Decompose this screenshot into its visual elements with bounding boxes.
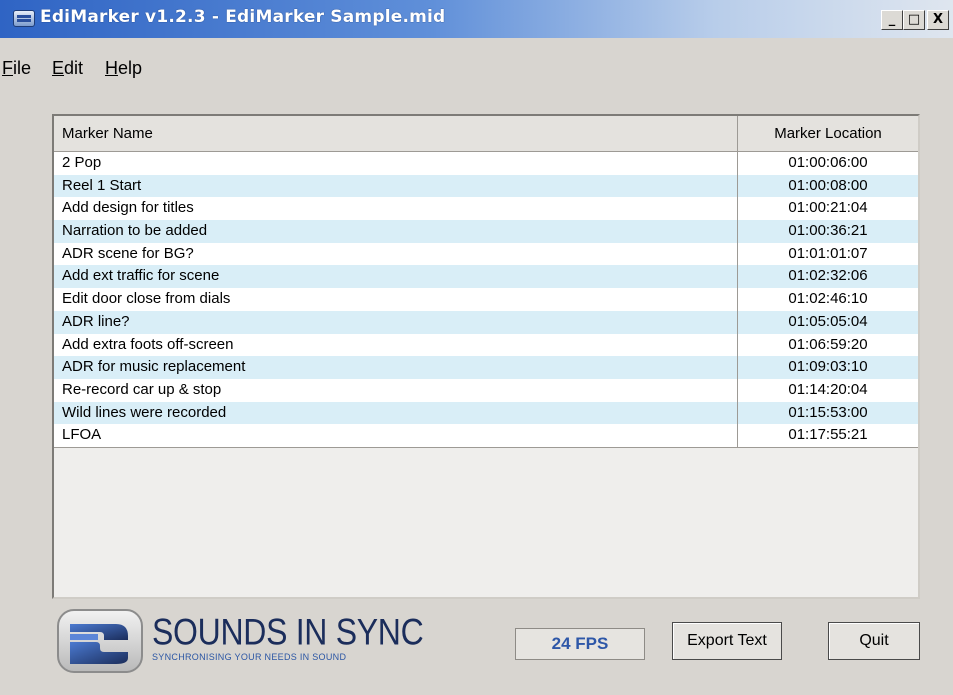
column-header-marker-name[interactable]: Marker Name (62, 125, 153, 142)
sounds-in-sync-logo (57, 609, 143, 673)
quit-button[interactable]: Quit (828, 622, 920, 660)
title-bar[interactable]: EdiMarker v1.2.3 - EdiMarker Sample.mid … (0, 0, 953, 38)
maximize-button[interactable]: □ (903, 10, 925, 30)
app-icon (13, 10, 35, 27)
menu-bar: File Edit Help (0, 58, 953, 84)
close-button[interactable]: X (927, 10, 949, 30)
rows-divider (54, 446, 918, 448)
brand-name: SOUNDS IN SYNC (152, 611, 424, 653)
marker-location-cell: 01:02:32:06 (737, 265, 918, 289)
menu-file[interactable]: File (2, 58, 31, 79)
list-rows: 2 Pop 01:00:06:00 Reel 1 Start 01:00:08:00 A… (54, 152, 918, 448)
list-item[interactable]: Add design for titles 01:00:21:04 (54, 197, 918, 221)
marker-location-cell: 01:17:55:21 (737, 424, 918, 447)
menu-edit-label: dit (64, 58, 84, 78)
marker-name-cell: Edit door close from dials (62, 290, 231, 308)
menu-help[interactable]: Help (105, 58, 142, 79)
marker-location-cell: 01:06:59:20 (737, 333, 918, 357)
list-item[interactable]: ADR scene for BG? 01:01:01:07 (54, 242, 918, 266)
marker-name-cell: 2 Pop (62, 154, 102, 171)
marker-location-cell: 01:14:20:04 (737, 378, 918, 402)
marker-name-cell: ADR line? (62, 312, 130, 330)
marker-name-cell: ADR for music replacement (62, 358, 246, 376)
menu-edit-hotkey: E (52, 58, 65, 78)
marker-location-cell: 01:00:06:00 (737, 152, 918, 175)
export-text-button[interactable]: Export Text (672, 622, 782, 660)
list-item[interactable]: Re-record car up & stop 01:14:20:04 (54, 378, 918, 402)
marker-list[interactable]: Marker Name Marker Location 2 Pop 01:00:0… (52, 114, 920, 599)
marker-name-cell: Wild lines were recorded (62, 403, 227, 421)
list-item[interactable]: Add ext traffic for scene 01:02:32:06 (54, 265, 918, 289)
window-title: EdiMarker v1.2.3 - EdiMarker Sample.mid (40, 7, 446, 27)
marker-location-cell: 01:09:03:10 (737, 356, 918, 379)
marker-name-cell: ADR scene for BG? (62, 244, 194, 262)
marker-location-cell: 01:01:01:07 (737, 242, 918, 266)
list-item[interactable]: Edit door close from dials 01:02:46:10 (54, 288, 918, 311)
marker-location-cell: 01:00:21:04 (737, 197, 918, 221)
minimize-button[interactable]: _ (881, 10, 903, 30)
marker-name-cell: Add extra foots off-screen (62, 335, 234, 353)
list-item[interactable]: 2 Pop 01:00:06:00 (54, 152, 918, 175)
marker-location-cell: 01:02:46:10 (737, 288, 918, 311)
marker-name-cell: Add ext traffic for scene (62, 267, 220, 285)
marker-name-cell: Add design for titles (62, 199, 194, 217)
marker-name-cell: Re-record car up & stop (62, 380, 222, 398)
list-item[interactable]: ADR for music replacement 01:09:03:10 (54, 356, 918, 379)
marker-name-cell: Reel 1 Start (62, 176, 142, 194)
brand-tagline: SYNCHRONISING YOUR NEEDS IN SOUND (152, 652, 347, 662)
list-item[interactable]: Narration to be added 01:00:36:21 (54, 220, 918, 243)
menu-file-hotkey: F (2, 58, 13, 78)
list-item[interactable]: Add extra foots off-screen 01:06:59:20 (54, 333, 918, 357)
list-item[interactable]: ADR line? 01:05:05:04 (54, 310, 918, 334)
list-item[interactable]: Reel 1 Start 01:00:08:00 (54, 174, 918, 198)
fps-display: 24 FPS (515, 628, 645, 660)
marker-name-cell: Narration to be added (62, 222, 208, 240)
menu-help-label: elp (118, 58, 143, 78)
marker-location-cell: 01:00:36:21 (737, 220, 918, 243)
marker-location-cell: 01:05:05:04 (737, 310, 918, 334)
menu-help-hotkey: H (105, 58, 118, 78)
list-item[interactable]: LFOA 01:17:55:21 (54, 424, 918, 447)
marker-location-cell: 01:00:08:00 (737, 174, 918, 198)
column-header-marker-location[interactable]: Marker Location (737, 116, 918, 151)
marker-location-cell: 01:15:53:00 (737, 401, 918, 425)
list-header: Marker Name Marker Location (54, 116, 918, 152)
marker-name-cell: LFOA (62, 426, 102, 444)
list-item[interactable]: Wild lines were recorded 01:15:53:00 (54, 401, 918, 425)
menu-file-label: ile (13, 58, 32, 78)
menu-edit[interactable]: Edit (52, 58, 83, 79)
